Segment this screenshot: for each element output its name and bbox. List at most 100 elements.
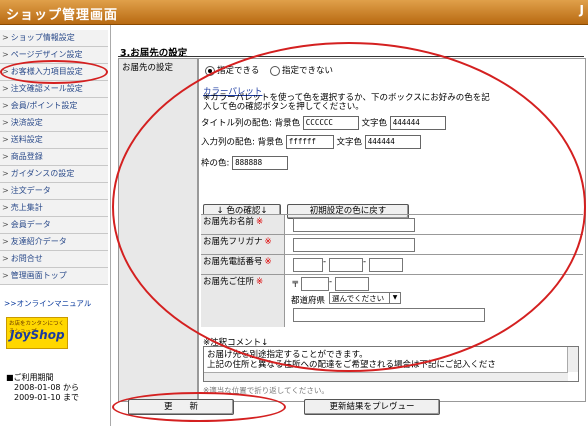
chevron-right-icon: > xyxy=(2,169,9,178)
title-color-label: タイトル列の配色: xyxy=(201,118,272,129)
radio-deny[interactable]: 指定できない xyxy=(270,65,333,76)
sidebar-item-label: ガイダンスの設定 xyxy=(10,169,75,178)
vertical-scrollbar[interactable] xyxy=(567,347,578,372)
chevron-right-icon: > xyxy=(2,135,9,144)
input-fg-input[interactable]: 444444 xyxy=(364,135,421,149)
address-input[interactable] xyxy=(293,308,485,322)
phone-label: お届先電話番号 xyxy=(203,257,263,267)
phone-input-3[interactable] xyxy=(369,258,403,272)
usage-from: 2008-01-08 から xyxy=(14,383,80,392)
phone-input-1[interactable] xyxy=(293,258,323,272)
sidebar-item-guidance[interactable]: > ガイダンスの設定 xyxy=(0,166,108,183)
prefecture-select-value: 選んでください xyxy=(332,294,385,303)
radio-allow[interactable]: 指定できる xyxy=(205,65,259,76)
sidebar-item-shipping[interactable]: > 送料設定 xyxy=(0,132,108,149)
sidebar-item-label: 会員/ポイント設定 xyxy=(10,101,78,110)
postal-input-2[interactable] xyxy=(335,277,369,291)
name-input[interactable] xyxy=(293,218,415,232)
sidebar-item-order-mail[interactable]: > 注文確認メール設定 xyxy=(0,81,108,98)
dash-1: - xyxy=(323,257,327,267)
furigana-label-cell: お届先フリガナ ※ xyxy=(201,235,285,255)
chevron-right-icon: > xyxy=(2,203,9,212)
sidebar-item-label: 注文データ xyxy=(10,186,51,195)
title-fg-input[interactable]: 444444 xyxy=(389,116,446,130)
dash-2: - xyxy=(363,257,367,267)
input-color-row: 入力列の配色: 背景色 ffffff 文字色 444444 xyxy=(201,135,421,149)
chevron-right-icon: > xyxy=(2,50,9,59)
title-bar: ショップ管理画面 J xyxy=(0,0,588,25)
input-color-label: 入力列の配色: xyxy=(201,137,255,148)
sidebar-item-customer-input[interactable]: > お客様入力項目設定 xyxy=(0,64,108,81)
sidebar-item-label: お問合せ xyxy=(10,254,43,263)
usage-to: 2009-01-10 まで xyxy=(14,393,80,402)
chevron-right-icon: > xyxy=(2,67,9,76)
banner-logo: JoyShop xyxy=(10,328,65,342)
sidebar-item-label: 売上集計 xyxy=(10,203,43,212)
phone-input-2[interactable] xyxy=(329,258,363,272)
sidebar-item-admin-top[interactable]: > 管理画面トップ xyxy=(0,268,108,285)
designation-radios: 指定できる 指定できない xyxy=(205,64,341,76)
usage-period: ■ご利用期間 2008-01-08 から 2009-01-10 まで xyxy=(6,373,79,403)
sidebar-item-sales[interactable]: > 売上集計 xyxy=(0,200,108,217)
sidebar-item-page-design[interactable]: > ページデザイン設定 xyxy=(0,47,108,64)
radio-unchecked-icon xyxy=(270,65,281,76)
bg-label: 背景色 xyxy=(274,118,301,129)
sidebar-item-members[interactable]: > 会員データ xyxy=(0,217,108,234)
title-bg-input[interactable]: CCCCCC xyxy=(302,116,359,130)
preview-button[interactable]: 更新結果をプレヴュー xyxy=(304,399,440,415)
divider xyxy=(118,56,584,57)
sidebar-item-label: 商品登録 xyxy=(10,152,43,161)
note-line-2: 上記の住所と異なる住所への配達をご希望される場合は下記にご記入くださ xyxy=(207,360,496,370)
usage-title: ■ご利用期間 xyxy=(6,373,54,382)
sidebar-item-label: 決済設定 xyxy=(10,118,43,127)
app-title: ショップ管理画面 xyxy=(6,8,119,23)
address-row: お届先ご住所 ※ 〒 - 都道府県 選んでください ▼ xyxy=(201,274,583,327)
horizontal-scrollbar[interactable] xyxy=(204,372,568,381)
settings-cell: 指定できる 指定できない カラーパレット ※カラーパレットを使って色を選択するか… xyxy=(198,58,586,402)
sidebar-item-label: 管理画面トップ xyxy=(10,271,67,280)
chevron-right-icon: > xyxy=(2,254,9,263)
chevron-right-icon: > xyxy=(2,237,9,246)
online-manual-link[interactable]: >>オンラインマニュアル xyxy=(4,298,91,309)
row-label-cell: お届先の設定 xyxy=(118,58,198,402)
sidebar-item-label: ショップ情報設定 xyxy=(10,33,75,42)
sidebar-item-inquiry[interactable]: > お問合せ xyxy=(0,251,108,268)
address-label: お届先ご住所 xyxy=(203,277,255,287)
furigana-input[interactable] xyxy=(293,238,415,252)
required-mark: ※ xyxy=(264,257,272,267)
frame-color-input[interactable]: 888888 xyxy=(232,156,289,170)
update-button[interactable]: 更 新 xyxy=(128,399,234,415)
main-content: 3.お届先の設定 お届先の設定 指定できる 指定できない カラーパレット ※カラ… xyxy=(114,25,588,426)
sidebar-item-label: ページデザイン設定 xyxy=(10,50,83,59)
sidebar-item-label: 送料設定 xyxy=(10,135,43,144)
wrap-hint: ※適当な位置で折り返してください。 xyxy=(203,386,329,395)
address-label-cell: お届先ご住所 ※ xyxy=(201,275,285,327)
joyshop-banner[interactable]: お店をカンタンにつくるショップ JoyShop xyxy=(6,317,68,349)
sidebar: > ショップ情報設定 > ページデザイン設定 > お客様入力項目設定 > 注文確認メール… xyxy=(0,25,111,426)
furigana-row: お届先フリガナ ※ xyxy=(201,234,583,255)
required-mark: ※ xyxy=(256,217,264,227)
input-bg-input[interactable]: ffffff xyxy=(285,135,334,149)
chevron-right-icon: > xyxy=(2,33,9,42)
fg-label: 文字色 xyxy=(336,137,363,148)
chevron-down-icon: ▼ xyxy=(389,293,400,303)
phone-row: お届先電話番号 ※ - - xyxy=(201,254,583,275)
required-mark: ※ xyxy=(256,277,264,287)
note-textarea[interactable]: お届け先を別途指定することができます。 上記の住所と異なる住所への配達をご希望さ… xyxy=(203,346,579,382)
logo-icon: J xyxy=(579,3,584,17)
postal-mark: 〒 xyxy=(291,280,300,290)
sidebar-item-products[interactable]: > 商品登録 xyxy=(0,149,108,166)
prefecture-select[interactable]: 選んでください ▼ xyxy=(329,292,401,304)
prefecture-label: 都道府県 xyxy=(291,296,326,306)
sidebar-item-referral[interactable]: > 友達紹介データ xyxy=(0,234,108,251)
chevron-right-icon: > xyxy=(2,186,9,195)
sidebar-item-shop-info[interactable]: > ショップ情報設定 xyxy=(0,30,108,47)
sidebar-item-orders[interactable]: > 注文データ xyxy=(0,183,108,200)
sidebar-item-member-point[interactable]: > 会員/ポイント設定 xyxy=(0,98,108,115)
sidebar-item-payment[interactable]: > 決済設定 xyxy=(0,115,108,132)
chevron-right-icon: > xyxy=(2,220,9,229)
furigana-label: お届先フリガナ xyxy=(203,237,263,247)
chevron-right-icon: > xyxy=(2,271,9,280)
postal-input-1[interactable] xyxy=(301,277,329,291)
sidebar-item-label: 会員データ xyxy=(10,220,51,229)
